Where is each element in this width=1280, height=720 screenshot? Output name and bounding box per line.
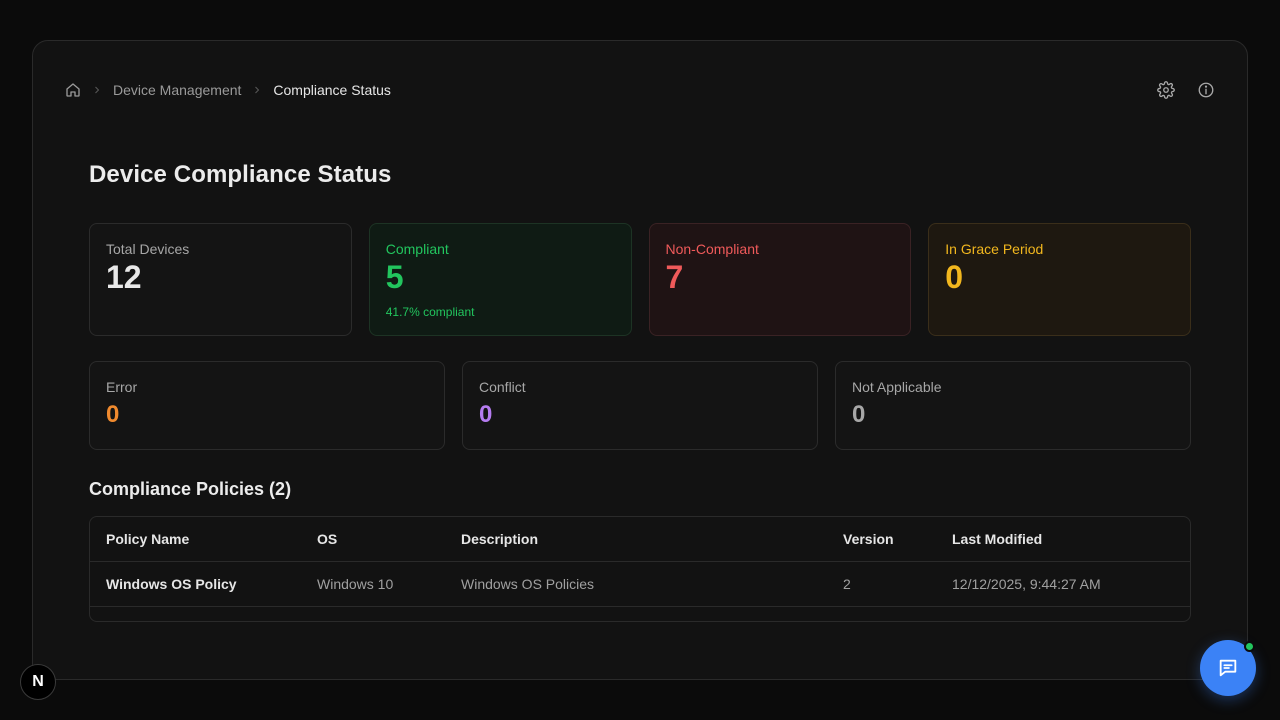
stat-value: 0 [945,259,964,295]
stat-value: 0 [852,401,866,428]
policies-table: Policy Name OS Description Version Last … [89,516,1191,622]
stat-value: 12 [106,259,142,295]
stat-card-conflict: Conflict 0 [462,361,818,450]
stat-label: Conflict [479,379,526,395]
badge-letter: N [32,673,44,690]
stat-value: 0 [479,401,493,428]
stat-card-not-applicable: Not Applicable 0 [835,361,1191,450]
policy-os-cell: Windows 10 [301,561,445,607]
top-actions [1157,81,1215,99]
stat-card-total: Total Devices 12 [89,223,352,336]
info-icon[interactable] [1197,81,1215,99]
online-status-dot [1244,641,1255,652]
stat-label: Not Applicable [852,379,942,395]
policy-description-cell: Windows OS Policies [445,561,827,607]
dev-tools-badge[interactable]: N [20,664,56,700]
stat-label: Non-Compliant [665,241,759,257]
stat-label: Error [106,379,138,395]
page-title: Device Compliance Status [89,161,392,188]
breadcrumb: Device Management Compliance Status [65,82,391,98]
breadcrumb-compliance-status: Compliance Status [273,82,391,98]
stat-value: 0 [106,401,120,428]
chat-icon [1217,657,1239,679]
policy-name-cell: Windows OS Policy [90,561,301,607]
column-header-policy-name[interactable]: Policy Name [90,517,301,562]
top-bar: Device Management Compliance Status [65,77,1215,103]
app-window: Device Management Compliance Status Devi… [32,40,1248,680]
stats-row-secondary: Error 0 Conflict 0 Not Applicable 0 [89,361,1191,450]
column-header-os[interactable]: OS [301,517,445,562]
stats-row-primary: Total Devices 12 Compliant 5 41.7% compl… [89,223,1191,336]
stat-card-non-compliant: Non-Compliant 7 [648,223,912,336]
main-content: Device Compliance Status Total Devices 1… [89,161,1191,622]
stat-value: 5 [385,259,404,295]
policies-section-title: Compliance Policies (2) [89,479,292,499]
column-header-description[interactable]: Description [445,517,827,562]
stat-label: In Grace Period [945,241,1044,257]
breadcrumb-device-management[interactable]: Device Management [113,82,241,98]
policy-modified-cell: 12/12/2025, 9:44:27 AM [936,561,1190,607]
stat-card-grace-period: In Grace Period 0 [928,223,1191,336]
column-header-version[interactable]: Version [827,517,936,562]
stat-label: Compliant [385,241,449,257]
compliance-percentage: 41.7% compliant [385,305,475,319]
stat-value: 7 [665,259,684,295]
stat-card-error: Error 0 [89,361,445,450]
table-header-row: Policy Name OS Description Version Last … [90,517,1190,562]
policy-version-cell: 2 [827,561,936,607]
table-row[interactable]: Windows OS Policy Windows 10 Windows OS … [90,561,1190,607]
stat-label: Total Devices [106,241,190,257]
chevron-right-icon [91,84,103,96]
column-header-last-modified[interactable]: Last Modified [936,517,1190,562]
home-icon[interactable] [65,82,81,98]
gear-icon[interactable] [1157,81,1175,99]
chevron-right-icon [251,84,263,96]
stat-card-compliant: Compliant 5 41.7% compliant [368,223,632,336]
